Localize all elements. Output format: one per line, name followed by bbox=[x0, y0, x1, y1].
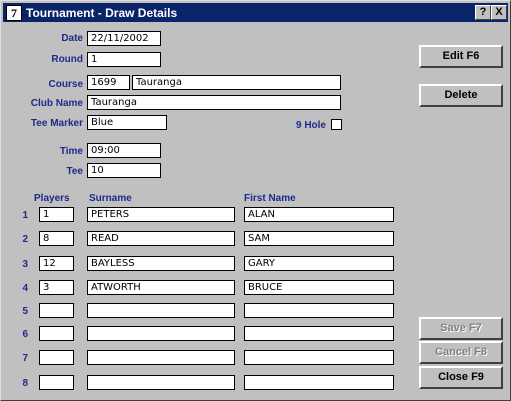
date-label: Date bbox=[61, 33, 83, 44]
time-label: Time bbox=[59, 146, 83, 157]
firstname-field[interactable]: BRUCE bbox=[244, 280, 394, 295]
close-window-button[interactable]: X bbox=[491, 5, 507, 20]
club-name-label: Club Name bbox=[30, 98, 83, 109]
firstname-field[interactable] bbox=[244, 350, 394, 365]
firstname-field[interactable] bbox=[244, 303, 394, 318]
row-number: 8 bbox=[22, 378, 28, 389]
firstname-field[interactable]: ALAN bbox=[244, 207, 394, 222]
round-field[interactable]: 1 bbox=[87, 52, 161, 67]
player-number-field[interactable] bbox=[39, 326, 74, 341]
time-field[interactable]: 09:00 bbox=[87, 143, 161, 158]
surname-field[interactable] bbox=[87, 375, 235, 390]
surname-field[interactable]: ATWORTH bbox=[87, 280, 235, 295]
surname-field[interactable] bbox=[87, 326, 235, 341]
player-number-field[interactable] bbox=[39, 303, 74, 318]
firstname-field[interactable] bbox=[244, 375, 394, 390]
close-button[interactable]: Close F9 bbox=[419, 366, 503, 389]
row-number: 5 bbox=[22, 306, 28, 317]
row-number: 1 bbox=[22, 210, 28, 221]
date-field[interactable]: 22/11/2002 bbox=[87, 31, 161, 46]
firstname-field[interactable]: GARY bbox=[244, 256, 394, 271]
round-label: Round bbox=[51, 54, 83, 65]
player-number-field[interactable] bbox=[39, 350, 74, 365]
delete-button[interactable]: Delete bbox=[419, 84, 503, 107]
surname-column-header: Surname bbox=[89, 193, 132, 204]
row-number: 3 bbox=[22, 259, 28, 270]
course-code-field[interactable]: 1699 bbox=[87, 75, 130, 90]
player-number-field[interactable]: 12 bbox=[39, 256, 74, 271]
club-name-field[interactable]: Tauranga bbox=[87, 95, 341, 110]
title-bar: 7 Tournament - Draw Details ? X bbox=[3, 3, 508, 22]
course-name-field[interactable]: Tauranga bbox=[132, 75, 341, 90]
tee-label: Tee bbox=[66, 166, 84, 177]
edit-button[interactable]: Edit F6 bbox=[419, 45, 503, 68]
firstname-field[interactable]: SAM bbox=[244, 231, 394, 246]
surname-field[interactable] bbox=[87, 303, 235, 318]
save-button[interactable]: Save F7 bbox=[419, 317, 503, 340]
firstname-field[interactable] bbox=[244, 326, 394, 341]
help-button[interactable]: ? bbox=[475, 5, 491, 20]
surname-field[interactable] bbox=[87, 350, 235, 365]
player-number-field[interactable]: 8 bbox=[39, 231, 74, 246]
tee-marker-label: Tee Marker bbox=[30, 118, 83, 129]
firstname-column-header: First Name bbox=[244, 193, 296, 204]
cancel-button[interactable]: Cancel F8 bbox=[419, 341, 503, 364]
tee-marker-field[interactable]: Blue bbox=[87, 115, 167, 130]
course-label: Course bbox=[48, 79, 83, 90]
nine-hole-label: 9 Hole bbox=[295, 120, 326, 131]
row-number: 2 bbox=[22, 234, 28, 245]
row-number: 4 bbox=[22, 283, 28, 294]
players-column-header: Players bbox=[34, 193, 70, 204]
surname-field[interactable]: READ bbox=[87, 231, 235, 246]
row-number: 6 bbox=[22, 329, 28, 340]
player-number-field[interactable]: 3 bbox=[39, 280, 74, 295]
player-number-field[interactable]: 1 bbox=[39, 207, 74, 222]
player-number-field[interactable] bbox=[39, 375, 74, 390]
surname-field[interactable]: PETERS bbox=[87, 207, 235, 222]
row-number: 7 bbox=[22, 353, 28, 364]
tee-field[interactable]: 10 bbox=[87, 163, 161, 178]
surname-field[interactable]: BAYLESS bbox=[87, 256, 235, 271]
window-title: Tournament - Draw Details bbox=[26, 5, 178, 20]
app-icon: 7 bbox=[6, 4, 22, 21]
nine-hole-checkbox[interactable] bbox=[331, 119, 342, 130]
